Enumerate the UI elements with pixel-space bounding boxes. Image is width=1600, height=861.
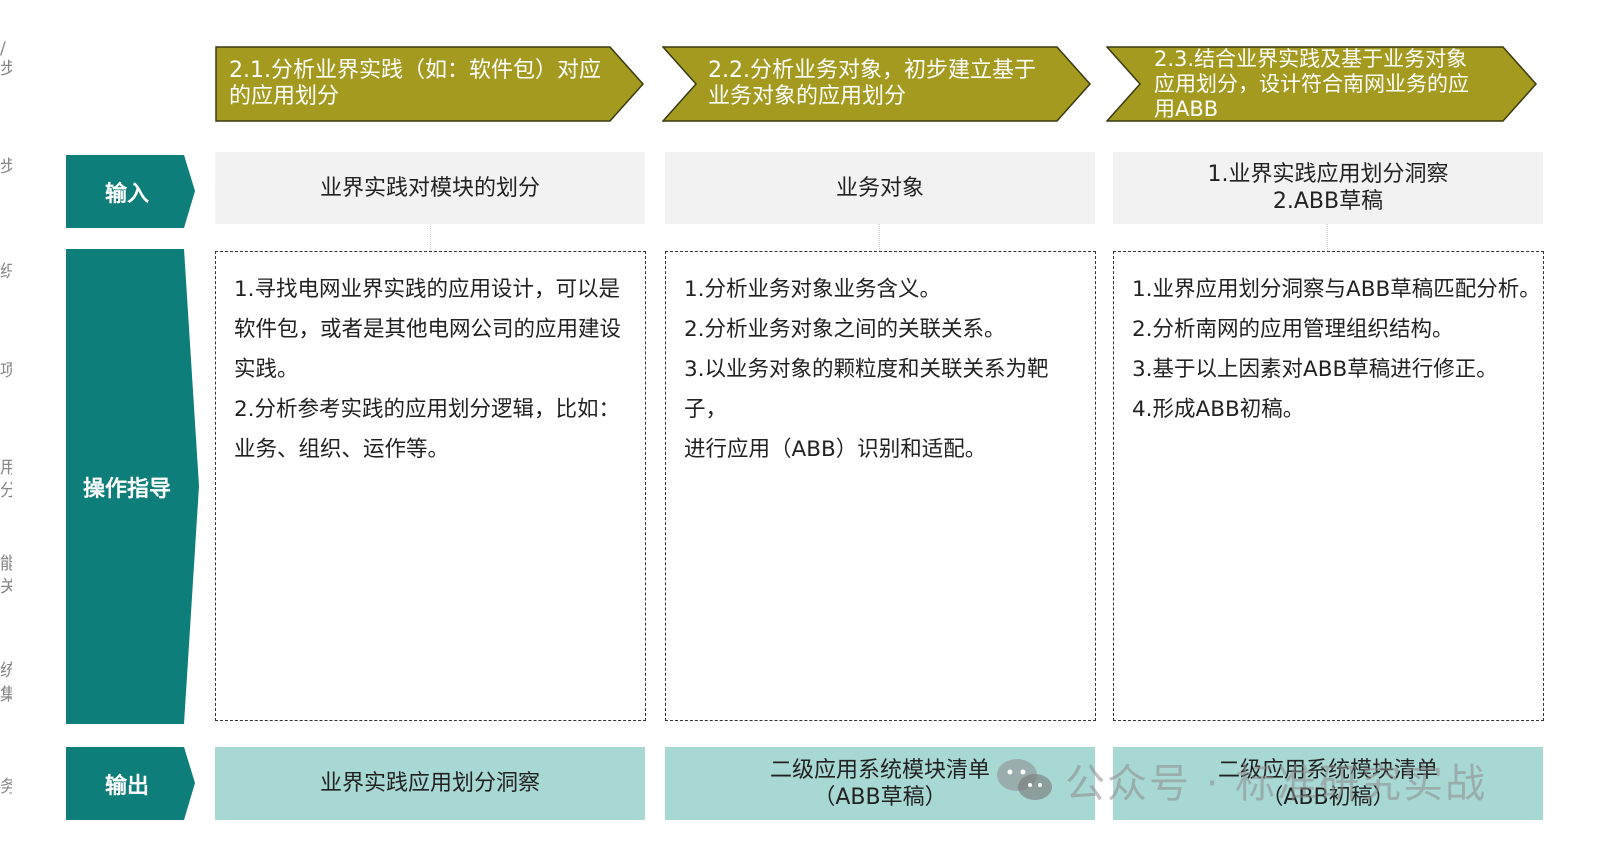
watermark-text: 公众号 · 标准研究实战: [1065, 761, 1488, 807]
step-arrow-3: 2.3.结合业界实践及基于业务对象应用划分，设计符合南网业务的应用ABB: [1106, 46, 1538, 122]
row-label-input: 输入: [66, 155, 196, 228]
edge-glyph: /: [0, 39, 6, 59]
input-line: 2.ABB草稿: [1272, 189, 1384, 214]
guide-box-3: 1.业界应用划分洞察与ABB草稿匹配分析。 2.分析南网的应用管理组织结构。 3…: [1113, 251, 1544, 721]
guide-line: 3.基于以上因素对ABB草稿进行修正。: [1132, 357, 1498, 382]
guide-line: 2.分析南网的应用管理组织结构。: [1132, 317, 1454, 342]
connector: [430, 224, 431, 251]
input-line: 业务对象: [835, 175, 924, 201]
guide-line: 3.以业务对象的颗粒度和关联关系为靶子，: [684, 357, 1049, 422]
step-arrow-1: 2.1.分析业界实践（如：软件包）对应的应用划分: [215, 46, 645, 122]
row-label-text: 输出: [104, 773, 149, 799]
edge-glyph: 织: [0, 262, 12, 282]
step-text: 2.1.分析业界实践（如：软件包）对应的应用划分: [229, 58, 601, 109]
edge-glyph: 步: [0, 59, 12, 79]
input-box-3: 1.业界实践应用划分洞察 2.ABB草稿: [1113, 152, 1543, 224]
input-box-2: 业务对象: [665, 152, 1095, 224]
guide-box-1: 1.寻找电网业界实践的应用设计，可以是 软件包，或者是其他电网公司的应用建设 实…: [215, 251, 646, 721]
output-box-1: 业界实践应用划分洞察: [215, 747, 645, 820]
guide-line: 业务、组织、运作等。: [234, 437, 450, 462]
row-label-guide: 操作指导: [66, 249, 200, 724]
edge-glyph: 能: [0, 554, 12, 574]
row-label-text: 操作指导: [82, 476, 171, 502]
guide-line: 2.分析业务对象之间的关联关系。: [684, 317, 1006, 342]
step-arrow-2: 2.2.分析业务对象，初步建立基于业务对象的应用划分: [662, 46, 1092, 122]
guide-line: 1.寻找电网业界实践的应用设计，可以是: [234, 277, 621, 302]
edge-glyph: 分: [0, 481, 12, 501]
watermark: 公众号 · 标准研究实战: [995, 748, 1487, 812]
input-box-1: 业界实践对模块的划分: [215, 152, 645, 224]
output-line: （ABB草稿）: [813, 784, 947, 810]
edge-glyph: 务: [0, 777, 12, 797]
output-line: 二级应用系统模块清单: [769, 757, 990, 783]
guide-line: 软件包，或者是其他电网公司的应用建设: [234, 317, 622, 342]
guide-line: 2.分析参考实践的应用划分逻辑，比如：: [234, 397, 621, 422]
row-label-output: 输出: [66, 747, 196, 820]
row-label-text: 输入: [104, 181, 149, 207]
connector: [879, 224, 880, 251]
step-text: 2.2.分析业务对象，初步建立基于业务对象的应用划分: [708, 58, 1036, 109]
guide-line: 4.形成ABB初稿。: [1132, 397, 1305, 422]
edge-glyph: 项: [0, 361, 12, 381]
edge-glyph: 关: [0, 577, 12, 597]
input-line: 1.业界实践应用划分洞察: [1207, 162, 1449, 187]
edge-glyph: 用: [0, 458, 12, 478]
guide-line: 进行应用（ABB）识别和适配。: [684, 437, 987, 462]
edge-glyph: 统: [0, 661, 12, 681]
edge-glyph: 集: [0, 685, 12, 705]
wechat-icon: [997, 759, 1052, 800]
guide-line: 1.业界应用划分洞察与ABB草稿匹配分析。: [1132, 277, 1541, 302]
guide-line: 实践。: [234, 357, 299, 382]
step-text: 2.3.结合业界实践及基于业务对象应用划分，设计符合南网业务的应用ABB: [1154, 46, 1469, 121]
guide-box-2: 1.分析业务对象业务含义。 2.分析业务对象之间的关联关系。 3.以业务对象的颗…: [665, 251, 1096, 721]
output-line: 业界实践应用划分洞察: [319, 771, 540, 796]
input-line: 业界实践对模块的划分: [319, 175, 540, 201]
connector: [1327, 224, 1328, 251]
guide-line: 1.分析业务对象业务含义。: [684, 277, 942, 302]
edge-glyph: 步: [0, 157, 12, 177]
